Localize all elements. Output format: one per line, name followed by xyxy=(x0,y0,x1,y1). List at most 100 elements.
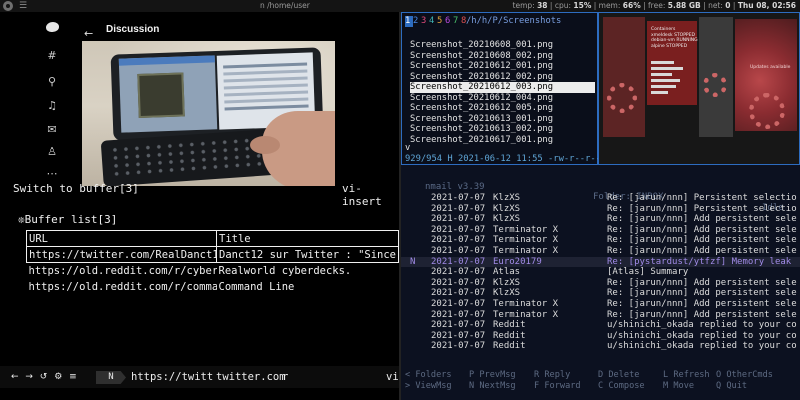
context-tab-6[interactable]: 6 xyxy=(445,16,453,27)
keybinding-help: < Folders P PrevMsg R Reply D Delete L Refre… xyxy=(405,370,800,392)
keybinding-viewmsg[interactable]: > ViewMsg xyxy=(405,381,452,392)
message-row[interactable]: 2021-07-07 Terminator X Re: [jarun/nnn] Ad… xyxy=(401,299,800,310)
context-tabs: 12345678 xyxy=(405,16,469,27)
context-tab-3[interactable]: 3 xyxy=(421,16,429,27)
keybinding-othercmds[interactable]: O OtherCmds xyxy=(716,370,773,381)
keybinding-delete[interactable]: D Delete xyxy=(598,370,639,381)
status-extra: r xyxy=(282,371,289,383)
table-row[interactable]: https://old.reddit.com/r/command Command… xyxy=(27,279,399,295)
buffer-title: Command Line xyxy=(218,280,295,293)
message-sender: Reddit xyxy=(493,320,526,331)
key-label: Quit xyxy=(726,381,748,391)
hamburger-menu-icon[interactable]: ☰ xyxy=(19,0,27,12)
message-sender: KlzXS xyxy=(493,203,521,214)
context-tab-7[interactable]: 7 xyxy=(453,16,461,27)
message-date: 2021-07-07 xyxy=(431,277,486,288)
tweet-photo[interactable] xyxy=(82,41,335,186)
buffer-title: Realworld cyberdecks. xyxy=(218,264,352,277)
message-row[interactable]: 2021-07-07 Reddit u/shinichi_okada replied… xyxy=(401,341,800,352)
key-glyph: L xyxy=(663,370,669,380)
keybinding-quit[interactable]: Q Quit xyxy=(716,381,747,392)
table-row[interactable]: https://old.reddit.com/r/cyberDe Realwor… xyxy=(27,263,399,279)
key-glyph: P xyxy=(469,370,475,380)
key-label: Refresh xyxy=(673,370,710,380)
preview-text: Updates available xyxy=(750,65,791,70)
keybinding-nextmsg[interactable]: N NextMsg xyxy=(469,381,516,392)
mode-badge: N xyxy=(96,371,126,384)
keybinding-reply[interactable]: R Reply xyxy=(534,370,570,381)
keybinding-refresh[interactable]: L Refresh xyxy=(663,370,710,381)
person-icon[interactable]: ♙ xyxy=(46,146,58,158)
message-row[interactable]: 2021-07-07 Terminator X Re: [jarun/nnn] Ad… xyxy=(401,310,800,321)
message-sender: Terminator X xyxy=(493,245,559,256)
nav-icons[interactable]: ← → ↺ ⚙ ≡ xyxy=(11,366,79,388)
message-subject: Re: [jarun/nnn] Persistent selectio xyxy=(607,193,797,203)
message-subject: Re: [jarun/nnn] Persistent selectio xyxy=(607,203,797,214)
distro-logo-icon[interactable] xyxy=(3,1,13,11)
mail-icon[interactable]: ✉ xyxy=(46,124,58,136)
file-entry[interactable]: Screenshot_20210612_002.png xyxy=(410,72,595,83)
context-tab-1[interactable]: 1 xyxy=(405,16,413,27)
file-status-line: 929/954 H 2021-06-12 11:55 -rw-r--r-- xyxy=(405,154,601,164)
message-subject: Re: [jarun/nnn] Add persistent sele xyxy=(607,277,797,288)
message-date: 2021-07-07 xyxy=(431,245,486,256)
search-icon[interactable]: ⚲ xyxy=(46,76,58,88)
message-subject: Re: [jarun/nnn] Add persistent sele xyxy=(607,288,797,299)
message-row[interactable]: 2021-07-07 KlzXS Re: [jarun/nnn] Persisten… xyxy=(401,204,800,215)
file-entry[interactable]: Screenshot_20210617_001.png xyxy=(410,135,595,146)
message-date: 2021-07-07 xyxy=(431,193,486,203)
context-tab-4[interactable]: 4 xyxy=(429,16,437,27)
file-entry[interactable]: Screenshot_20210608_002.png xyxy=(410,51,595,62)
preview-text: Containers xmeldesk STOPPED debian-vm RU… xyxy=(651,27,698,49)
stat-value: 15% xyxy=(573,1,592,10)
key-label: Delete xyxy=(608,370,640,380)
message-sender: Reddit xyxy=(493,341,526,352)
message-row[interactable]: 2021-07-07 KlzXS Re: [jarun/nnn] Persisten… xyxy=(401,193,800,204)
message-row[interactable]: 2021-07-07 Reddit u/shinichi_okada replied… xyxy=(401,320,800,331)
message-row[interactable]: 2021-07-07 KlzXS Re: [jarun/nnn] Add persi… xyxy=(401,288,800,299)
switch-buffer-message: Switch to buffer[3] xyxy=(13,182,139,195)
message-row[interactable]: N 2021-07-07 Euro20179 Re: [pystardust/ytfz… xyxy=(401,256,800,268)
message-row[interactable]: 2021-07-07 Terminator X Re: [jarun/nnn] Ad… xyxy=(401,225,800,236)
message-row[interactable]: 2021-07-07 Reddit u/shinichi_okada replied… xyxy=(401,331,800,342)
column-header-title: Title xyxy=(216,230,399,247)
table-row[interactable]: https://twitter.com/RealDanct12/ Danct12… xyxy=(26,246,399,263)
key-glyph: R xyxy=(534,370,540,380)
file-entry[interactable]: Screenshot_20210612_003.png xyxy=(410,82,595,93)
message-sender: Atlas xyxy=(493,267,521,278)
message-date: 2021-07-07 xyxy=(431,330,486,341)
keybinding-prevmsg[interactable]: P PrevMsg xyxy=(469,370,516,381)
keybinding-move[interactable]: M Move xyxy=(663,381,694,392)
message-row[interactable]: 2021-07-07 KlzXS Re: [jarun/nnn] Add persi… xyxy=(401,214,800,225)
key-label: Folders xyxy=(415,370,452,380)
keybinding-row: > ViewMsg N NextMsg F Forward C Compose M Mo… xyxy=(405,381,800,392)
back-button[interactable]: ← xyxy=(84,27,93,40)
file-entry[interactable]: Screenshot_20210613_001.png xyxy=(410,114,595,125)
file-entry[interactable]: Screenshot_20210612_005.png xyxy=(410,103,595,114)
message-sender: Terminator X xyxy=(493,309,559,320)
file-entry[interactable]: Screenshot_20210608_001.png xyxy=(410,40,595,51)
more-icon[interactable]: ⋯ xyxy=(46,168,58,180)
keybinding-forward[interactable]: F Forward xyxy=(534,381,581,392)
message-subject: Re: [jarun/nnn] Add persistent sele xyxy=(607,245,797,256)
browser-pane: # ⚲ ♫ ✉ ♙ ⋯ ← Discussion Switch to buffe… xyxy=(0,12,405,400)
keybinding-compose[interactable]: C Compose xyxy=(598,381,645,392)
keybinding-folders[interactable]: < Folders xyxy=(405,370,452,381)
key-label: Move xyxy=(673,381,695,391)
context-tab-2[interactable]: 2 xyxy=(413,16,421,27)
current-path: /h/h/P/Screenshots xyxy=(466,16,562,26)
bell-icon[interactable]: ♫ xyxy=(46,100,58,112)
message-row[interactable]: 2021-07-07 Terminator X Re: [jarun/nnn] Ad… xyxy=(401,235,800,246)
message-row[interactable]: 2021-07-07 KlzXS Re: [jarun/nnn] Add persi… xyxy=(401,278,800,289)
file-entry[interactable]: Screenshot_20210612_001.png xyxy=(410,61,595,72)
context-tab-5[interactable]: 5 xyxy=(437,16,445,27)
message-row[interactable]: 2021-07-07 Atlas [Atlas] Summary xyxy=(401,267,800,278)
twitter-bird-icon[interactable] xyxy=(46,22,59,34)
message-sender: Terminator X xyxy=(493,298,559,309)
file-entry[interactable]: Screenshot_20210612_004.png xyxy=(410,93,595,104)
file-entry[interactable]: Screenshot_20210613_002.png xyxy=(410,124,595,135)
hash-icon[interactable]: # xyxy=(46,50,58,62)
status-url[interactable]: https://twitt xyxy=(131,366,213,388)
stat-label: net: xyxy=(708,1,723,10)
message-row[interactable]: 2021-07-07 Terminator X Re: [jarun/nnn] Ad… xyxy=(401,246,800,257)
